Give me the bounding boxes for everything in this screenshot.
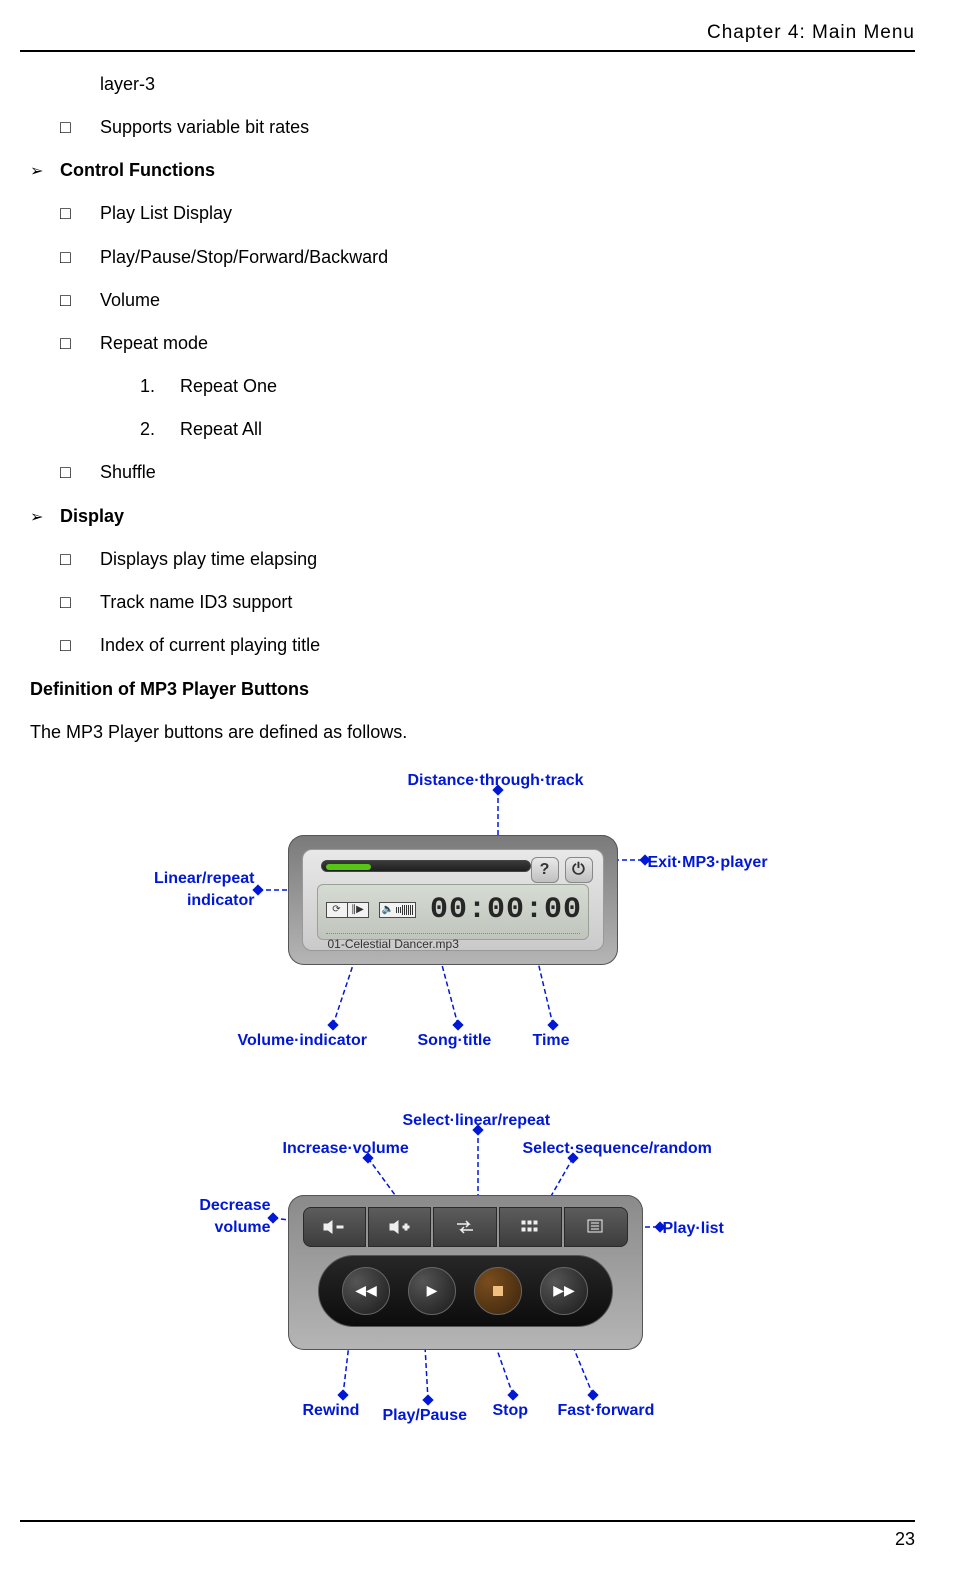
- page-footer: 23: [20, 1520, 915, 1552]
- play-icon: ▶: [427, 1281, 438, 1301]
- arrow-bullet-icon: ➢: [30, 161, 60, 183]
- stop-icon: [493, 1286, 503, 1296]
- bullet-square-icon: □: [60, 115, 100, 140]
- cf-playlist: □Play List Display: [30, 201, 915, 226]
- page-header: Chapter 4: Main Menu: [20, 20, 915, 52]
- diagram1: Distance·through·track Exit·MP3·player L…: [128, 770, 818, 1070]
- help-button[interactable]: ?: [531, 857, 559, 883]
- repeat-all-row: 2.Repeat All: [30, 417, 915, 442]
- song-title-display: 01-Celestial Dancer.mp3: [326, 933, 580, 953]
- ds-id3-text: Track name ID3 support: [100, 590, 292, 615]
- ds-index-text: Index of current playing title: [100, 633, 320, 658]
- stop-button[interactable]: [474, 1267, 522, 1315]
- speaker-plus-icon: [389, 1220, 411, 1234]
- speaker-icon: 🔈: [382, 903, 394, 917]
- definition-intro: The MP3 Player buttons are defined as fo…: [30, 720, 915, 745]
- fast-forward-button[interactable]: ▶▶: [540, 1267, 588, 1315]
- progress-track[interactable]: [321, 860, 531, 872]
- content-area: layer-3 □ Supports variable bit rates ➢ …: [20, 72, 915, 1430]
- time-display: 00:00:00: [430, 889, 582, 931]
- repeat-icon: [455, 1219, 475, 1235]
- chapter-title: Chapter 4: Main Menu: [707, 22, 915, 43]
- repeat-all-text: Repeat All: [180, 419, 262, 439]
- repeat-one-row: 1.Repeat One: [30, 374, 915, 399]
- bullet-square-icon: □: [60, 633, 100, 658]
- bullet-square-icon: □: [60, 460, 100, 485]
- cf-volume: □Volume: [30, 288, 915, 313]
- control-functions-heading: ➢ Control Functions: [30, 158, 915, 183]
- arrow-bullet-icon: ➢: [30, 507, 60, 529]
- display-heading: ➢ Display: [30, 504, 915, 529]
- repeat-one-num: 1.: [140, 374, 180, 399]
- cf-repeat-text: Repeat mode: [100, 331, 208, 356]
- ds-elapsing: □Displays play time elapsing: [30, 547, 915, 572]
- bullet-square-icon: □: [60, 590, 100, 615]
- bullet-square-icon: □: [60, 245, 100, 270]
- layer-line: layer-3: [30, 72, 915, 97]
- help-icon: ?: [540, 859, 550, 881]
- bullet-square-icon: □: [60, 331, 100, 356]
- repeat-all-num: 2.: [140, 417, 180, 442]
- player-bottom-panel: ◀◀ ▶ ▶▶: [288, 1195, 643, 1350]
- definition-heading: Definition of MP3 Player Buttons: [30, 677, 915, 702]
- ds-id3: □Track name ID3 support: [30, 590, 915, 615]
- cf-playlist-text: Play List Display: [100, 201, 232, 226]
- volume-down-button[interactable]: [303, 1207, 366, 1247]
- cf-repeat: □Repeat mode: [30, 331, 915, 356]
- rewind-icon: ◀◀: [355, 1281, 377, 1301]
- repeat-mode-icon: ⟳: [326, 902, 348, 918]
- player-top-panel: ? ⏻ ⟳ ∥▶ 🔈: [288, 835, 618, 965]
- repeat-select-button[interactable]: [433, 1207, 496, 1247]
- volume-up-button[interactable]: [368, 1207, 431, 1247]
- diagram2-wrap: Select·linear/repeat Increase·volume Sel…: [30, 1110, 915, 1430]
- control-row: [303, 1207, 628, 1247]
- cf-shuffle: □Shuffle: [30, 460, 915, 485]
- bullet-square-icon: □: [60, 547, 100, 572]
- bullet-square-icon: □: [60, 201, 100, 226]
- playlist-button[interactable]: [564, 1207, 627, 1247]
- repeat-one-text: Repeat One: [180, 376, 277, 396]
- diagram2: Select·linear/repeat Increase·volume Sel…: [113, 1110, 833, 1430]
- page-number: 23: [895, 1529, 915, 1549]
- transport-panel: ◀◀ ▶ ▶▶: [318, 1255, 613, 1327]
- progress-fill: [326, 864, 371, 870]
- lcd-panel: ⟳ ∥▶ 🔈 00:00:00 01-Celestial Dan: [317, 884, 589, 940]
- forward-icon: ▶▶: [553, 1281, 575, 1301]
- bitrate-row: □ Supports variable bit rates: [30, 115, 915, 140]
- mode-icons: ⟳ ∥▶: [326, 902, 369, 918]
- volume-indicator: 🔈: [379, 902, 416, 918]
- random-icon: [520, 1219, 540, 1235]
- playlist-icon: [587, 1219, 605, 1235]
- diagram1-wrap: Distance·through·track Exit·MP3·player L…: [30, 770, 915, 1070]
- exit-button[interactable]: ⏻: [565, 857, 593, 883]
- ds-index: □Index of current playing title: [30, 633, 915, 658]
- speaker-minus-icon: [323, 1220, 345, 1234]
- bitrate-text: Supports variable bit rates: [100, 115, 309, 140]
- cf-shuffle-text: Shuffle: [100, 460, 156, 485]
- ds-elapsing-text: Displays play time elapsing: [100, 547, 317, 572]
- cf-volume-text: Volume: [100, 288, 160, 313]
- power-icon: ⏻: [572, 859, 585, 881]
- random-select-button[interactable]: [499, 1207, 562, 1247]
- play-pause-button[interactable]: ▶: [408, 1267, 456, 1315]
- bullet-square-icon: □: [60, 288, 100, 313]
- rewind-button[interactable]: ◀◀: [342, 1267, 390, 1315]
- play-mode-icon: ∥▶: [347, 902, 369, 918]
- cf-playback: □Play/Pause/Stop/Forward/Backward: [30, 245, 915, 270]
- cf-playback-text: Play/Pause/Stop/Forward/Backward: [100, 245, 388, 270]
